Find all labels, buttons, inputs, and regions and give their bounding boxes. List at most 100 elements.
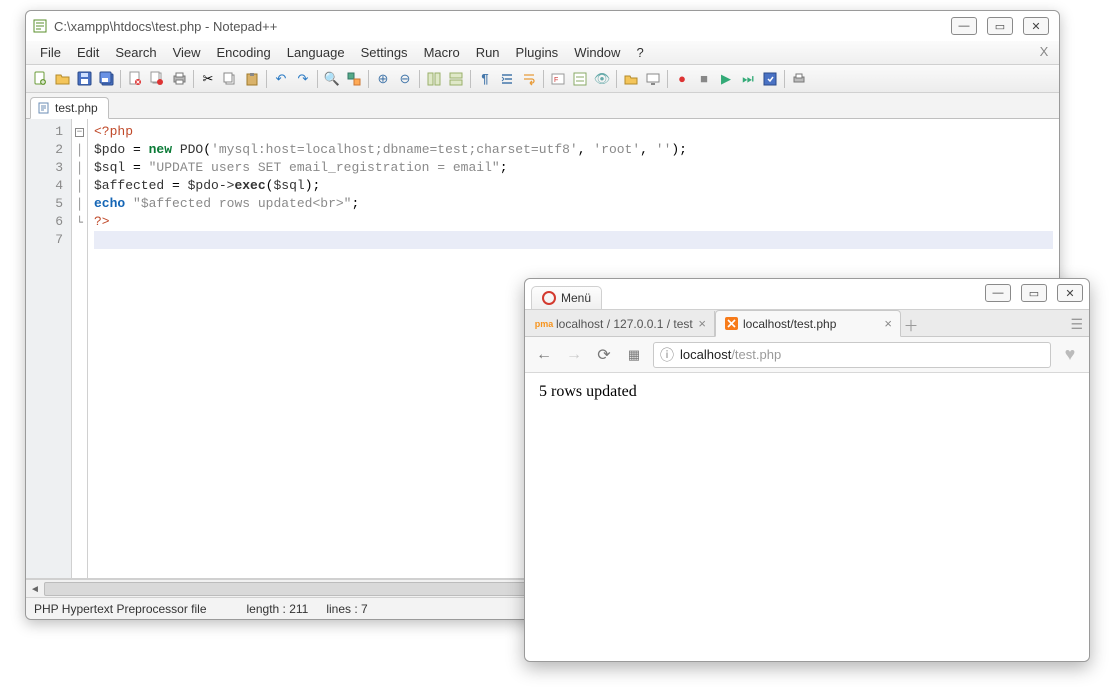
close-file-icon[interactable] [125,69,145,89]
status-lines: lines : 7 [326,602,367,616]
toolbar-separator [317,70,318,88]
editor-tab-label: test.php [55,101,98,115]
menu-file[interactable]: File [32,42,69,63]
playrep-icon[interactable]: ⏭ [738,69,758,89]
notepadpp-icon [32,18,48,34]
ws-icon[interactable]: ¶ [475,69,495,89]
undo-icon[interactable]: ↶ [271,69,291,89]
menu-run[interactable]: Run [468,42,508,63]
opera-logo-icon [542,291,556,305]
svg-text:F: F [554,77,558,84]
stop-icon[interactable]: ■ [694,69,714,89]
menu-close-x[interactable]: X [1035,43,1053,59]
tab-label: localhost / 127.0.0.1 / test [556,317,693,331]
replace-icon[interactable] [344,69,364,89]
closeall-icon[interactable] [147,69,167,89]
monitor-icon[interactable] [643,69,663,89]
menu-language[interactable]: Language [279,42,353,63]
minimize-button[interactable]: — [951,17,977,35]
save-icon[interactable] [74,69,94,89]
menu-help[interactable]: ? [628,42,651,63]
find-icon[interactable]: 🔍 [322,69,342,89]
sync-v-icon[interactable] [424,69,444,89]
maximize-button[interactable]: ▭ [987,17,1013,35]
back-button[interactable]: ← [533,344,555,366]
fold-column[interactable]: − ││││└ [72,119,88,578]
menu-window[interactable]: Window [566,42,628,63]
menu-view[interactable]: View [165,42,209,63]
address-bar[interactable]: ⓘ localhost/test.php [653,342,1051,368]
open-icon[interactable] [52,69,72,89]
fold-toggle-icon[interactable]: − [75,128,84,137]
toolbar-separator [543,70,544,88]
paste-icon[interactable] [242,69,262,89]
opera-menu-label: Menü [561,291,591,305]
reload-button[interactable]: ⟳ [593,344,615,366]
toolbar-separator [616,70,617,88]
url-path: /test.php [731,347,781,362]
redo-icon[interactable]: ↷ [293,69,313,89]
play-icon[interactable]: ▶ [716,69,736,89]
tab-close-icon[interactable]: × [884,316,892,331]
browser-tab-active[interactable]: localhost/test.php × [715,310,901,337]
bookmark-heart-icon[interactable]: ♥ [1059,344,1081,365]
tab-close-icon[interactable]: × [698,316,706,331]
file-icon [37,101,51,115]
toolbar-separator [266,70,267,88]
phpmyadmin-favicon-icon: pma [537,317,551,331]
opera-menu-button[interactable]: Menü [531,286,602,309]
line-number-gutter: 1 2 3 4 5 6 7 [26,119,72,578]
lang-icon[interactable]: F [548,69,568,89]
zoomin-icon[interactable]: ⊕ [373,69,393,89]
status-language: PHP Hypertext Preprocessor file [34,602,207,616]
record-icon[interactable]: ● [672,69,692,89]
browser-tab[interactable]: pma localhost / 127.0.0.1 / test × [529,311,715,336]
saveall-icon[interactable] [96,69,116,89]
toolbar-separator [193,70,194,88]
eye-icon[interactable]: 👁 [592,69,612,89]
print-icon[interactable] [169,69,189,89]
menu-plugins[interactable]: Plugins [508,42,567,63]
menu-encoding[interactable]: Encoding [209,42,279,63]
tab-label: localhost/test.php [743,317,879,331]
new-tab-button[interactable]: ＋ [901,315,921,336]
opera-titlebar[interactable]: Menü — ▭ ✕ [525,279,1089,309]
menu-settings[interactable]: Settings [353,42,416,63]
menu-edit[interactable]: Edit [69,42,107,63]
new-icon[interactable] [30,69,50,89]
folder-icon[interactable] [570,69,590,89]
savemac-icon[interactable] [760,69,780,89]
toolbar-separator [784,70,785,88]
copy-icon[interactable] [220,69,240,89]
url-host: localhost [680,347,731,362]
xampp-favicon-icon [724,317,738,331]
print2-icon[interactable] [789,69,809,89]
site-info-icon[interactable]: ⓘ [660,345,674,365]
menu-macro[interactable]: Macro [416,42,468,63]
opera-minimize-button[interactable]: — [985,284,1011,302]
editor-tabbar: test.php [26,93,1059,119]
cut-icon[interactable]: ✂ [198,69,218,89]
menubar: File Edit Search View Encoding Language … [26,41,1059,65]
folder2-icon[interactable] [621,69,641,89]
editor-tab[interactable]: test.php [30,97,109,119]
opera-close-button[interactable]: ✕ [1057,284,1083,302]
speed-dial-button[interactable]: ▦ [623,344,645,366]
close-button[interactable]: ✕ [1023,17,1049,35]
opera-maximize-button[interactable]: ▭ [1021,284,1047,302]
forward-button[interactable]: → [563,344,585,366]
sync-h-icon[interactable] [446,69,466,89]
indent-icon[interactable] [497,69,517,89]
toolbar-separator [667,70,668,88]
titlebar[interactable]: C:\xampp\htdocs\test.php - Notepad++ — ▭… [26,11,1059,41]
opera-window: Menü — ▭ ✕ pma localhost / 127.0.0.1 / t… [524,278,1090,662]
tabs-menu-icon[interactable]: ☰ [1070,316,1083,333]
status-length: length : 211 [247,602,309,616]
scroll-left-icon[interactable]: ◄ [28,582,42,596]
window-title: C:\xampp\htdocs\test.php - Notepad++ [54,19,951,34]
menu-search[interactable]: Search [107,42,164,63]
zoomout-icon[interactable]: ⊖ [395,69,415,89]
wrap-icon[interactable] [519,69,539,89]
toolbar-separator [368,70,369,88]
toolbar: ✂ ↶ ↷ 🔍 ⊕ ⊖ ¶ F 👁 ● ■ ▶ ⏭ [26,65,1059,93]
